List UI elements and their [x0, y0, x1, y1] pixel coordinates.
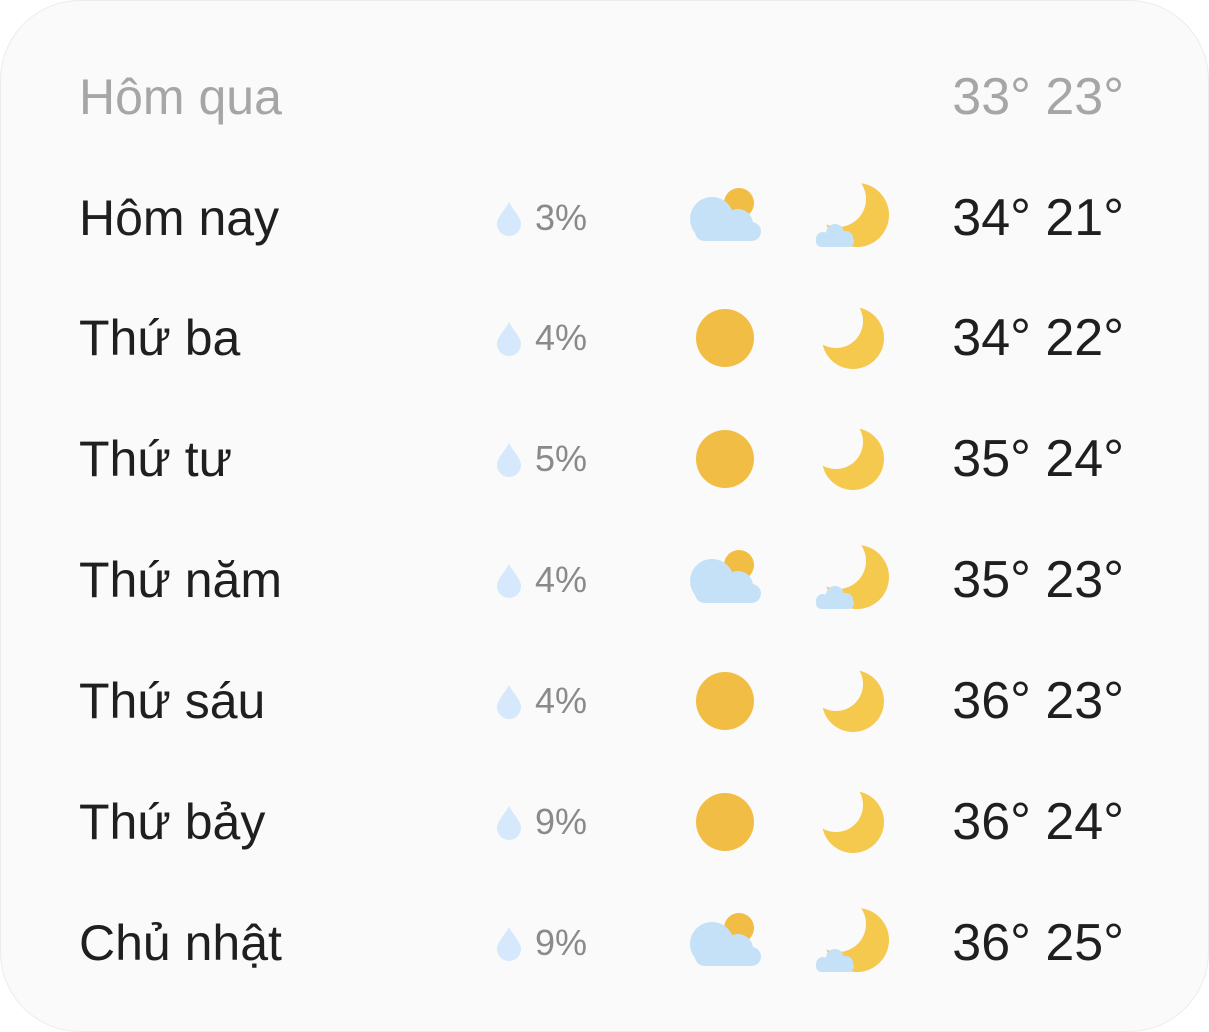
partly-cloudy-night-icon	[813, 180, 889, 247]
forecast-row-wednesday[interactable]: Thứ tư 5% 35° 24°	[1, 399, 1209, 519]
sun-icon	[696, 672, 754, 730]
moon-icon	[813, 663, 884, 732]
day-label: Thứ sáu	[79, 673, 266, 729]
raindrop-icon	[497, 806, 521, 840]
partly-cloudy-day-icon	[690, 550, 761, 603]
day-label: Hôm nay	[79, 190, 280, 246]
temperature-range: 33° 23°	[952, 68, 1124, 126]
partly-cloudy-day-icon	[690, 188, 761, 241]
rain-percent: 4%	[535, 317, 588, 358]
temperature-range: 36° 23°	[952, 672, 1124, 730]
temperature-range: 34° 22°	[952, 309, 1124, 367]
day-label: Thứ năm	[79, 552, 282, 608]
raindrop-icon	[497, 202, 521, 236]
raindrop-icon	[497, 685, 521, 719]
raindrop-icon	[497, 927, 521, 961]
rain-percent: 4%	[535, 680, 588, 721]
day-label: Thứ tư	[79, 431, 233, 487]
rain-chance: 9%	[495, 925, 587, 961]
partly-cloudy-night-icon	[813, 905, 889, 972]
raindrop-icon	[497, 322, 521, 356]
rain-percent: 9%	[535, 801, 588, 842]
temperature-range: 36° 24°	[952, 793, 1124, 851]
partly-cloudy-day-icon	[690, 913, 761, 966]
temperature-range: 36° 25°	[952, 914, 1124, 972]
rain-chance: 9%	[495, 804, 587, 840]
raindrop-icon	[497, 443, 521, 477]
temperature-range: 35° 23°	[952, 551, 1124, 609]
raindrop-icon	[497, 564, 521, 598]
rain-percent: 3%	[535, 197, 588, 238]
forecast-row-tuesday[interactable]: Thứ ba 4% 34° 22°	[1, 278, 1209, 398]
day-label: Thứ ba	[79, 310, 241, 366]
day-label: Hôm qua	[79, 69, 282, 125]
moon-icon	[813, 784, 884, 853]
moon-icon	[813, 421, 884, 490]
forecast-row-saturday[interactable]: Thứ bảy 9% 36° 24°	[1, 762, 1209, 882]
forecast-row-today[interactable]: Hôm nay 3% 34° 21°	[1, 158, 1209, 278]
rain-chance: 3%	[495, 200, 587, 236]
temperature-range: 35° 24°	[952, 430, 1124, 488]
partly-cloudy-night-icon	[813, 542, 889, 609]
forecast-row-yesterday[interactable]: Hôm qua 33° 23°	[1, 37, 1209, 157]
forecast-row-sunday[interactable]: Chủ nhật 9% 36° 25°	[1, 883, 1209, 1003]
forecast-row-friday[interactable]: Thứ sáu 4% 36° 23°	[1, 641, 1209, 761]
temperature-range: 34° 21°	[952, 189, 1124, 247]
rain-chance: 4%	[495, 562, 587, 598]
forecast-row-thursday[interactable]: Thứ năm 4% 35° 23°	[1, 520, 1209, 640]
sun-icon	[696, 793, 754, 851]
day-label: Thứ bảy	[79, 794, 266, 850]
rain-chance: 5%	[495, 441, 587, 477]
rain-percent: 5%	[535, 438, 588, 479]
rain-percent: 9%	[535, 922, 588, 963]
rain-chance: 4%	[495, 683, 587, 719]
forecast-card: Hôm qua 33° 23° Hôm nay 3% 34° 21° Thứ b…	[0, 0, 1209, 1032]
rain-percent: 4%	[535, 559, 588, 600]
sun-icon	[696, 430, 754, 488]
day-label: Chủ nhật	[79, 915, 282, 971]
rain-chance: 4%	[495, 320, 587, 356]
sun-icon	[696, 309, 754, 367]
moon-icon	[813, 300, 884, 369]
